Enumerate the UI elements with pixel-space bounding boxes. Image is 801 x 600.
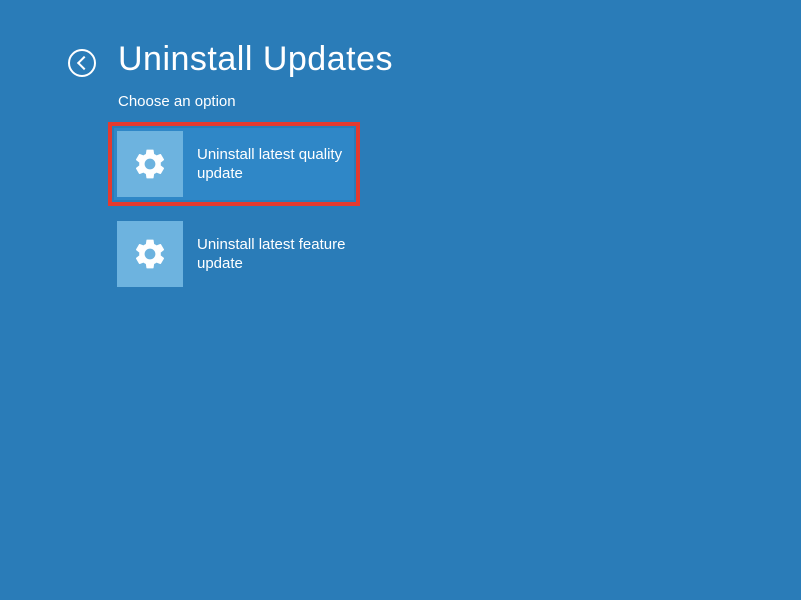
back-arrow-icon bbox=[76, 55, 90, 69]
gear-icon bbox=[132, 236, 168, 272]
page-header: Uninstall Updates bbox=[0, 0, 801, 79]
option-icon-box bbox=[117, 221, 183, 287]
option-label: Uninstall latest quality update bbox=[197, 145, 354, 184]
uninstall-quality-update-button[interactable]: Uninstall latest quality update bbox=[114, 128, 354, 200]
option-icon-box bbox=[117, 131, 183, 197]
page-title: Uninstall Updates bbox=[118, 40, 393, 79]
back-button[interactable] bbox=[68, 49, 96, 77]
option-label: Uninstall latest feature update bbox=[197, 235, 354, 274]
uninstall-feature-update-button[interactable]: Uninstall latest feature update bbox=[114, 218, 354, 290]
gear-icon bbox=[132, 146, 168, 182]
page-subtitle: Choose an option bbox=[0, 93, 801, 110]
